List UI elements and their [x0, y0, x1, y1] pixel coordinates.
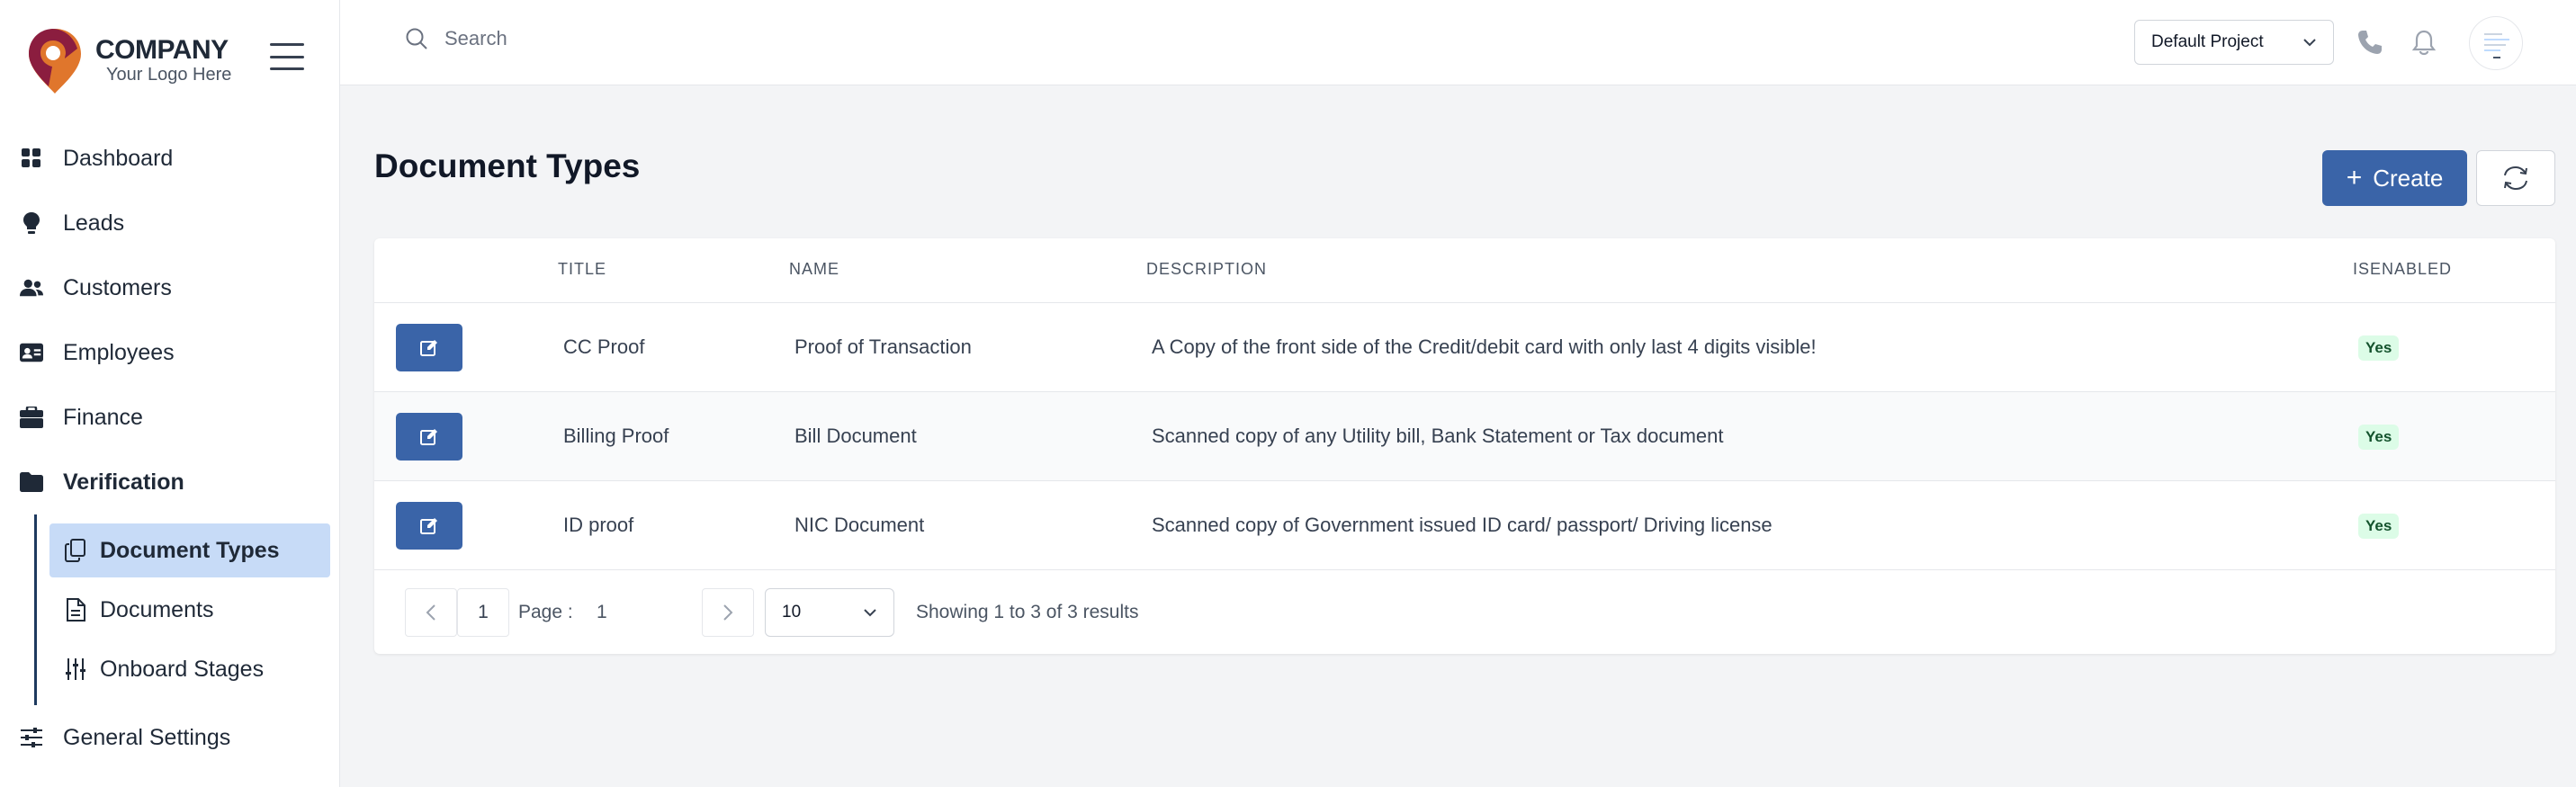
menu-toggle-icon[interactable] — [270, 43, 304, 70]
briefcase-icon — [20, 406, 43, 429]
company-logo[interactable]: COMPANY Your Logo Here — [25, 25, 231, 95]
cell-name: Proof of Transaction — [794, 335, 972, 358]
edit-button[interactable] — [396, 502, 462, 550]
sidebar: COMPANY Your Logo Here Dashboard Leads C… — [0, 0, 340, 787]
sidebar-item-label: Dashboard — [63, 145, 174, 171]
sidebar-item-document-types[interactable]: Document Types — [49, 523, 330, 577]
next-page-button[interactable] — [702, 588, 754, 637]
users-icon — [20, 276, 43, 300]
folder-icon — [20, 470, 43, 494]
lightbulb-icon — [20, 211, 43, 235]
search-input[interactable] — [444, 27, 984, 50]
company-tagline: Your Logo Here — [106, 65, 232, 85]
top-bar: Default Project — [340, 0, 2576, 85]
cell-title: Billing Proof — [563, 425, 669, 447]
project-select-value: Default Project — [2151, 32, 2264, 51]
grid-icon — [20, 147, 43, 170]
chevron-down-icon — [2303, 39, 2316, 47]
status-badge: Yes — [2358, 335, 2400, 361]
pagination: 1 Page : 1 10 Showing 1 to 3 of 3 result… — [374, 571, 2555, 654]
cell-name: NIC Document — [794, 514, 925, 536]
bell-icon[interactable] — [2408, 26, 2440, 58]
sidebar-item-verification[interactable]: Verification — [0, 450, 340, 514]
current-page-number[interactable]: 1 — [457, 588, 509, 637]
sidebar-item-label: Document Types — [100, 537, 280, 563]
id-card-icon — [20, 341, 43, 364]
table-row: CC Proof Proof of Transaction A Copy of … — [374, 303, 2555, 392]
create-button[interactable]: + Create — [2322, 150, 2467, 206]
sidebar-nav: Dashboard Leads Customers Employees Fina… — [0, 126, 340, 770]
edit-icon — [420, 339, 437, 356]
page-label: Page : — [518, 602, 573, 622]
cell-description: Scanned copy of any Utility bill, Bank S… — [1152, 425, 1724, 447]
search-box — [405, 27, 984, 50]
page-input-value[interactable]: 1 — [597, 602, 607, 623]
copy-icon — [64, 539, 87, 562]
page-title: Document Types — [374, 148, 641, 184]
sidebar-item-employees[interactable]: Employees — [0, 320, 340, 385]
avatar-image-icon — [2484, 33, 2509, 58]
sidebar-item-onboard-stages[interactable]: Onboard Stages — [49, 642, 330, 696]
sidebar-item-label: Customers — [63, 274, 172, 300]
table-row: ID proof NIC Document Scanned copy of Go… — [374, 481, 2555, 570]
cell-title: CC Proof — [563, 335, 645, 358]
edit-icon — [420, 517, 437, 534]
sidebar-item-label: Verification — [63, 469, 184, 495]
column-header-description[interactable]: DESCRIPTION — [1146, 260, 1267, 279]
cell-title: ID proof — [563, 514, 634, 536]
sidebar-item-label: Onboard Stages — [100, 656, 265, 682]
prev-page-button[interactable] — [405, 588, 457, 637]
table-row: Billing Proof Bill Document Scanned copy… — [374, 392, 2555, 481]
create-button-label: Create — [2373, 164, 2444, 192]
document-types-table: TITLE NAME DESCRIPTION ISENABLED CC Proo… — [374, 238, 2555, 654]
sliders-icon — [64, 657, 87, 681]
chevron-right-icon — [723, 604, 733, 621]
avatar[interactable] — [2469, 16, 2523, 70]
sidebar-item-finance[interactable]: Finance — [0, 385, 340, 450]
plus-icon: + — [2346, 163, 2363, 192]
column-header-name[interactable]: NAME — [789, 260, 839, 279]
page-size-select[interactable]: 10 — [765, 588, 894, 637]
sidebar-item-label: Finance — [63, 404, 143, 430]
settings-sliders-icon — [20, 726, 43, 749]
sidebar-item-label: General Settings — [63, 724, 231, 750]
sidebar-item-leads[interactable]: Leads — [0, 191, 340, 255]
sidebar-item-customers[interactable]: Customers — [0, 255, 340, 320]
column-header-isenabled[interactable]: ISENABLED — [2353, 260, 2452, 279]
cell-name: Bill Document — [794, 425, 917, 447]
refresh-icon — [2504, 165, 2527, 191]
sidebar-item-documents[interactable]: Documents — [49, 583, 330, 637]
search-icon — [406, 28, 427, 49]
table-header: TITLE NAME DESCRIPTION ISENABLED — [374, 238, 2555, 303]
status-badge: Yes — [2358, 425, 2400, 450]
edit-button[interactable] — [396, 324, 462, 371]
project-select[interactable]: Default Project — [2134, 20, 2334, 65]
refresh-button[interactable] — [2476, 150, 2555, 206]
logo-pin-icon — [29, 29, 81, 94]
sidebar-item-label: Documents — [100, 596, 214, 622]
edit-button[interactable] — [396, 413, 462, 461]
sidebar-item-dashboard[interactable]: Dashboard — [0, 126, 340, 191]
verification-submenu: Document Types Documents Onboard Stages — [34, 514, 340, 705]
company-name: COMPANY — [95, 35, 229, 65]
sidebar-item-general-settings[interactable]: General Settings — [0, 705, 340, 770]
status-badge: Yes — [2358, 514, 2400, 539]
cell-description: A Copy of the front side of the Credit/d… — [1152, 335, 1817, 358]
sidebar-item-label: Employees — [63, 339, 175, 365]
chevron-down-icon — [864, 609, 876, 617]
edit-icon — [420, 428, 437, 445]
results-summary: Showing 1 to 3 of 3 results — [916, 602, 1139, 622]
cell-description: Scanned copy of Government issued ID car… — [1152, 514, 1773, 536]
page-size-value: 10 — [782, 603, 802, 622]
phone-icon[interactable] — [2354, 26, 2386, 58]
column-header-title[interactable]: TITLE — [558, 260, 606, 279]
file-icon — [64, 598, 87, 622]
chevron-left-icon — [426, 604, 435, 621]
sidebar-item-label: Leads — [63, 210, 125, 236]
